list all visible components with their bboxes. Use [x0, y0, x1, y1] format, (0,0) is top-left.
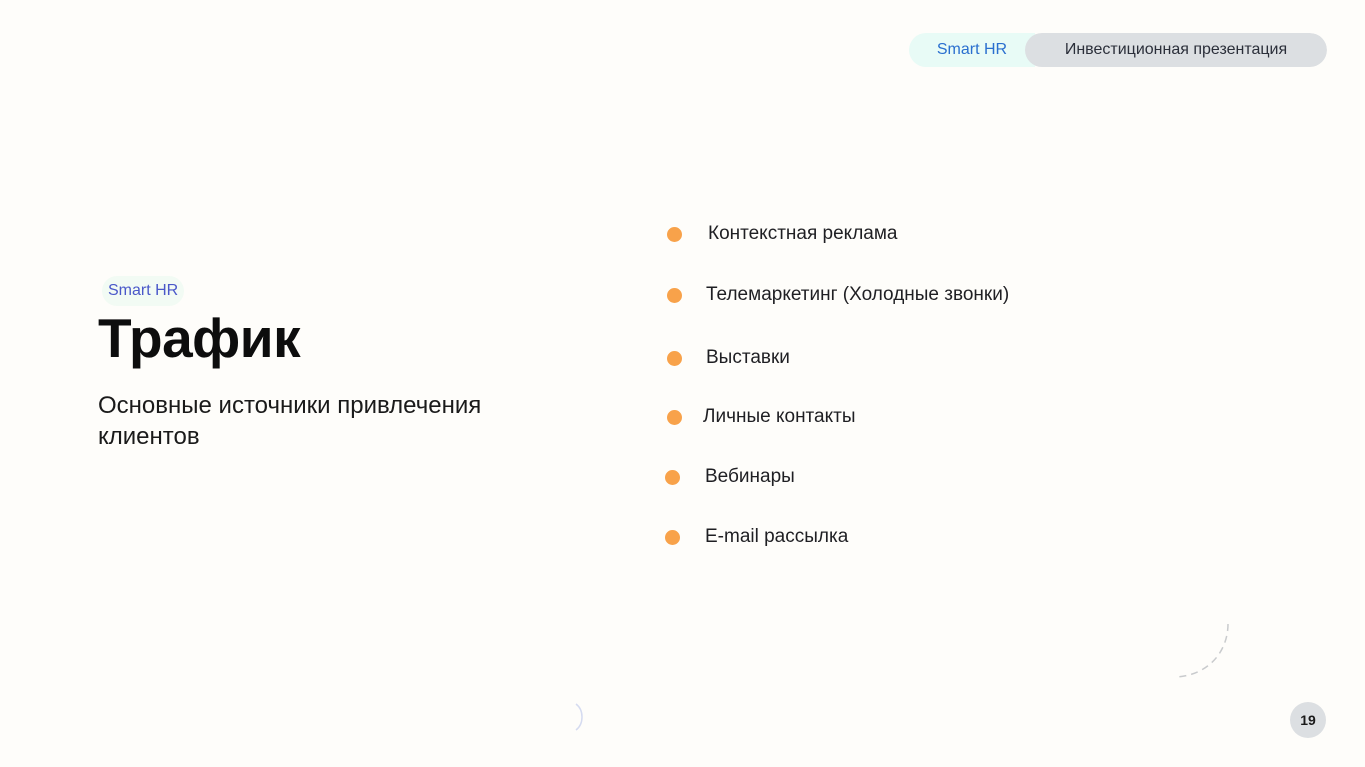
bullet-dot-icon — [667, 350, 682, 366]
page-title: Трафик — [98, 307, 301, 369]
list-item-label: Вебинары — [705, 466, 795, 487]
list-item: Выставки — [667, 346, 790, 370]
decorative-arc-icon — [575, 703, 583, 731]
list-item: E-mail рассылка — [665, 525, 848, 549]
list-item-label: Телемаркетинг (Холодные звонки) — [706, 284, 1010, 305]
page-subtitle: Основные источники привлечения клиентов — [98, 392, 482, 450]
brand-tag: Smart HR — [102, 276, 185, 306]
header-brand: Smart HR — [909, 33, 1035, 67]
bullet-dot-icon — [667, 287, 682, 303]
list-item-label: E-mail рассылка — [705, 526, 849, 547]
page-number-badge: 19 — [1290, 702, 1326, 738]
bullet-dot-icon — [665, 469, 680, 485]
bullet-dot-icon — [667, 409, 682, 425]
list-item: Контекстная реклама — [667, 222, 897, 246]
header-presentation-title: Инвестиционная презентация — [1025, 33, 1327, 67]
list-item: Телемаркетинг (Холодные звонки) — [667, 283, 1009, 307]
list-item: Вебинары — [665, 465, 795, 489]
bullet-dot-icon — [667, 226, 682, 242]
bullet-dot-icon — [665, 529, 680, 545]
list-item: Личные контакты — [667, 405, 856, 429]
header-pill: Smart HR Инвестиционная презентация — [909, 33, 1327, 67]
list-item-label: Личные контакты — [703, 406, 856, 427]
list-item-label: Контекстная реклама — [708, 223, 898, 244]
list-item-label: Выставки — [706, 347, 790, 368]
decorative-dashed-arc-icon — [1175, 623, 1229, 678]
